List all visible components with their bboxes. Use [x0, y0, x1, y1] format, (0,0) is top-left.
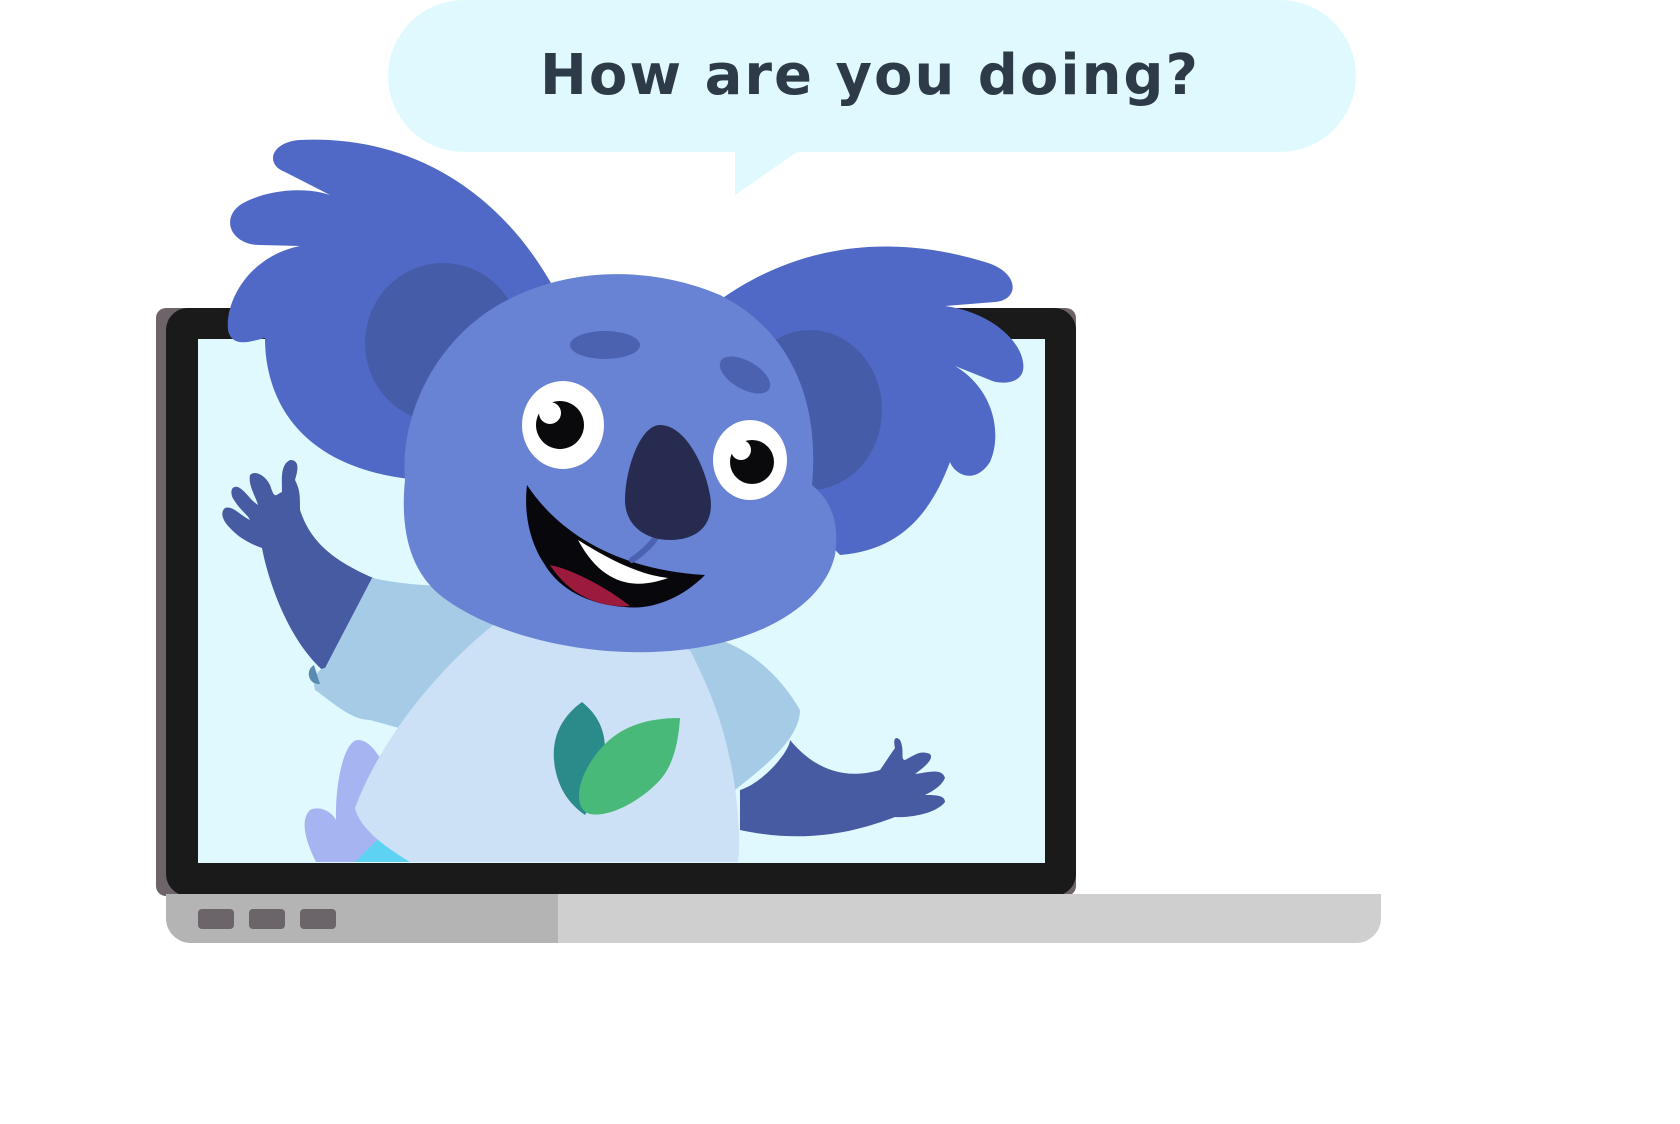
- speech-bubble-text: How are you doing?: [540, 42, 1200, 108]
- illustration-canvas: [156, 0, 1381, 943]
- illustration-scene: How are you doing?: [0, 0, 1680, 1120]
